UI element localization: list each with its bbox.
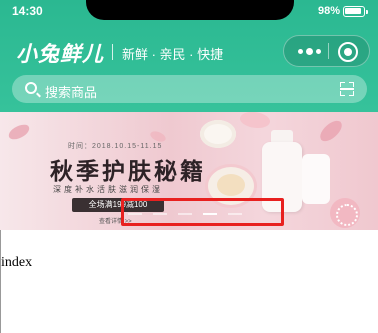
battery-percent: 98% <box>318 5 341 17</box>
small-bottle-image <box>302 154 330 204</box>
banner-subtitle: 深度补水活肤滋润保湿 <box>53 185 163 194</box>
brand-divider <box>112 44 113 60</box>
petal-decoration <box>238 112 272 132</box>
flower-decoration <box>200 120 236 148</box>
search-placeholder: 搜索商品 <box>45 85 98 100</box>
miniprogram-capsule <box>283 35 370 67</box>
status-time: 14:30 <box>12 4 43 18</box>
brush-image <box>330 198 360 228</box>
camera-notch <box>86 0 294 20</box>
content-edge <box>0 230 1 333</box>
page-label: index <box>1 255 33 270</box>
petal-decoration <box>316 117 346 145</box>
battery-icon <box>343 6 368 17</box>
close-miniprogram-icon[interactable] <box>338 42 358 62</box>
more-icon[interactable] <box>294 36 326 66</box>
banner-title: 秋季护肤秘籍 <box>50 158 206 185</box>
capsule-divider <box>328 43 329 59</box>
app-header: 14:30 98% 小兔鲜儿 新鲜 · 亲民 · 快捷 搜索商品 <box>0 0 378 112</box>
search-icon <box>25 82 37 94</box>
search-bar[interactable]: 搜索商品 <box>12 75 367 103</box>
scan-icon[interactable] <box>340 82 354 96</box>
indicator-highlight-box <box>121 198 284 226</box>
brand-slogan: 新鲜 · 亲民 · 快捷 <box>122 47 224 62</box>
brand-logo: 小兔鲜儿 <box>16 43 104 66</box>
status-bar: 14:30 98% <box>0 0 378 22</box>
petal-decoration <box>6 122 32 142</box>
banner-date: 时间：2018.10.15-11.15 <box>68 143 163 150</box>
